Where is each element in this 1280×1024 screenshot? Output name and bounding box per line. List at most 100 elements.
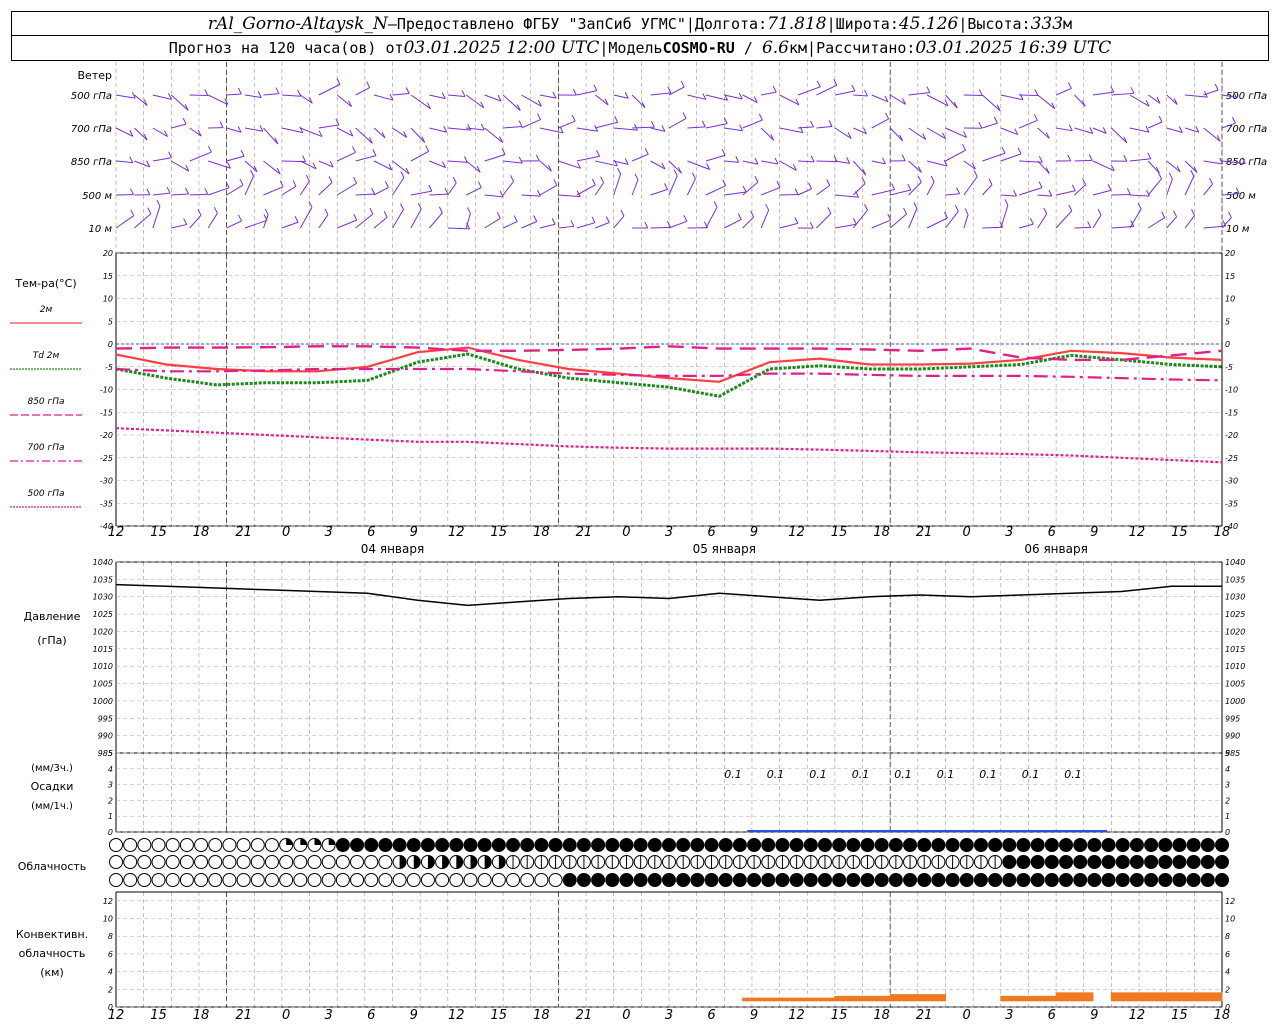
wind-barb-feather bbox=[739, 124, 743, 131]
cloud-symbol bbox=[194, 873, 209, 887]
wind-barb-feather bbox=[794, 217, 799, 224]
wind-barb-feather bbox=[352, 146, 356, 153]
wind-barb bbox=[281, 94, 301, 97]
cloud-symbol bbox=[647, 873, 662, 887]
cloud-symbol bbox=[236, 873, 251, 887]
wind-barb bbox=[281, 185, 297, 196]
wind-barb-feather bbox=[146, 188, 151, 196]
cloud-symbol bbox=[534, 838, 549, 852]
wind-barb-feather bbox=[572, 88, 577, 96]
wind-barb-feather bbox=[593, 84, 598, 91]
wind-barb-feather bbox=[978, 121, 983, 129]
wind-barb bbox=[982, 122, 998, 129]
precip-bar bbox=[830, 830, 859, 832]
wind-barb-feather bbox=[302, 155, 306, 162]
cloud-symbol bbox=[548, 838, 563, 852]
wind-barb-feather bbox=[1068, 204, 1073, 212]
cloud-symbol-mark bbox=[413, 855, 421, 869]
wind-barb bbox=[115, 215, 135, 229]
wind-barb-feather bbox=[596, 150, 601, 157]
x-hour-label: 18 bbox=[193, 525, 210, 540]
wind-barb bbox=[373, 127, 386, 139]
cloud-symbol bbox=[449, 873, 464, 887]
x-hour-label: 18 bbox=[1214, 525, 1231, 540]
wind-barb-feather bbox=[366, 81, 371, 88]
precip-bar bbox=[996, 830, 1025, 832]
wind-barb-feather bbox=[956, 187, 961, 194]
x-hour-label: 12 bbox=[448, 1008, 465, 1023]
cloud-symbol bbox=[704, 873, 719, 887]
precip-bar bbox=[1051, 830, 1080, 832]
cloud-symbol bbox=[321, 855, 336, 869]
wind-barb-feather bbox=[758, 113, 763, 121]
wind-barb bbox=[539, 223, 556, 229]
wind-barb-feather bbox=[1088, 154, 1093, 161]
wind-barb bbox=[281, 127, 303, 134]
cloud-symbol bbox=[1044, 855, 1059, 869]
cloud-symbol bbox=[1115, 838, 1130, 852]
wind-barb-feather bbox=[851, 84, 856, 92]
cloud-symbol bbox=[1200, 838, 1215, 852]
wind-barb bbox=[336, 182, 357, 196]
wind-barb bbox=[742, 181, 759, 196]
conv-tick-label: 12 bbox=[1225, 897, 1235, 906]
cloud-symbol bbox=[491, 838, 506, 852]
wind-barb bbox=[429, 94, 446, 100]
wind-barb bbox=[429, 127, 447, 133]
wind-barb bbox=[410, 190, 432, 196]
cloud-symbol bbox=[378, 838, 393, 852]
precip-unit-1h: (мм/1ч.) bbox=[31, 801, 73, 812]
pressure-tick-label: 1025 bbox=[1225, 610, 1245, 619]
wind-barb bbox=[982, 184, 993, 196]
wind-barb-feather bbox=[644, 148, 649, 155]
wind-barb-feather bbox=[1227, 211, 1232, 218]
cloud-symbol bbox=[165, 838, 180, 852]
wind-barb bbox=[484, 194, 504, 198]
x-hour-label: 15 bbox=[491, 525, 508, 540]
precip-unit-3h: (мм/3ч.) bbox=[31, 763, 73, 774]
cloud-symbol bbox=[846, 873, 861, 887]
cloud-symbol bbox=[350, 873, 365, 887]
wind-barb bbox=[1000, 205, 1009, 229]
wind-barb bbox=[1092, 91, 1114, 96]
wind-barb bbox=[945, 149, 966, 162]
wind-barb bbox=[189, 193, 208, 196]
cloud-symbol bbox=[789, 838, 804, 852]
wind-barb bbox=[208, 160, 231, 169]
temp-tick-label: 5 bbox=[108, 317, 113, 326]
cloud-symbol bbox=[364, 855, 379, 869]
cloud-symbol bbox=[718, 838, 733, 852]
wind-barb bbox=[1019, 223, 1034, 229]
conv-bar bbox=[1055, 992, 1094, 1002]
wind-barb-feather bbox=[828, 120, 833, 127]
precip-bars bbox=[747, 830, 1107, 832]
cloud-symbol bbox=[1200, 873, 1215, 887]
wind-barb bbox=[594, 182, 605, 196]
wind-barb bbox=[208, 187, 230, 196]
wind-level-label: 10 м bbox=[89, 224, 113, 235]
cloud-symbol bbox=[123, 838, 138, 852]
wind-barb-feather bbox=[810, 120, 814, 128]
wind-barb bbox=[705, 185, 726, 196]
wind-barb bbox=[207, 212, 218, 229]
x-hour-label: 15 bbox=[150, 1008, 167, 1023]
cloud-title: Облачность bbox=[18, 860, 87, 873]
wind-barb bbox=[668, 220, 688, 229]
x-hour-label: 6 bbox=[707, 525, 715, 540]
wind-barb-feather bbox=[827, 207, 832, 214]
wind-barb-feather bbox=[964, 208, 969, 215]
cloud-symbol bbox=[491, 873, 506, 887]
wind-barb bbox=[889, 127, 904, 142]
cloud-symbol bbox=[194, 838, 209, 852]
cloud-symbol bbox=[1144, 855, 1159, 869]
cloud-symbol bbox=[208, 838, 223, 852]
wind-barb bbox=[650, 188, 668, 196]
wind-barb-feather bbox=[1067, 154, 1072, 162]
cloud-symbol bbox=[1101, 873, 1116, 887]
wind-barb-feather bbox=[533, 215, 538, 222]
cloud-symbol bbox=[335, 838, 350, 852]
wind-barb-feather bbox=[197, 209, 202, 216]
wind-barb bbox=[263, 93, 280, 96]
wind-barb bbox=[613, 215, 625, 229]
cloud-symbol bbox=[662, 838, 676, 852]
